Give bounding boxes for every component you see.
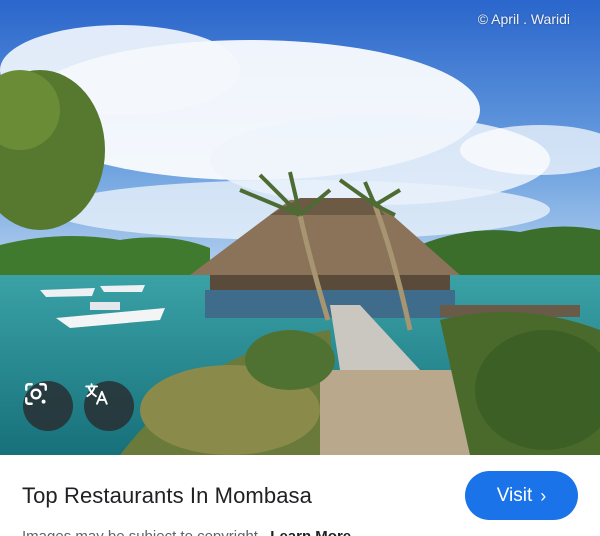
lens-icon bbox=[25, 383, 47, 405]
chevron-right-icon: › bbox=[540, 485, 547, 506]
visit-button[interactable]: Visit › bbox=[465, 471, 578, 520]
lens-button[interactable] bbox=[23, 381, 73, 431]
copyright-text: Images may be subject to copyright. bbox=[22, 528, 262, 536]
result-info-panel: Top Restaurants In Mombasa Visit › Image… bbox=[0, 455, 600, 536]
watermark: © April . Waridi bbox=[477, 11, 570, 27]
learn-more-link[interactable]: Learn More bbox=[270, 528, 351, 536]
translate-button[interactable] bbox=[84, 381, 134, 431]
translate-icon bbox=[85, 383, 108, 405]
result-image[interactable]: © April . Waridi bbox=[0, 0, 600, 455]
result-title[interactable]: Top Restaurants In Mombasa bbox=[22, 483, 312, 509]
copyright-notice: Images may be subject to copyright. Lear… bbox=[22, 528, 351, 536]
visit-button-label: Visit bbox=[496, 484, 533, 506]
